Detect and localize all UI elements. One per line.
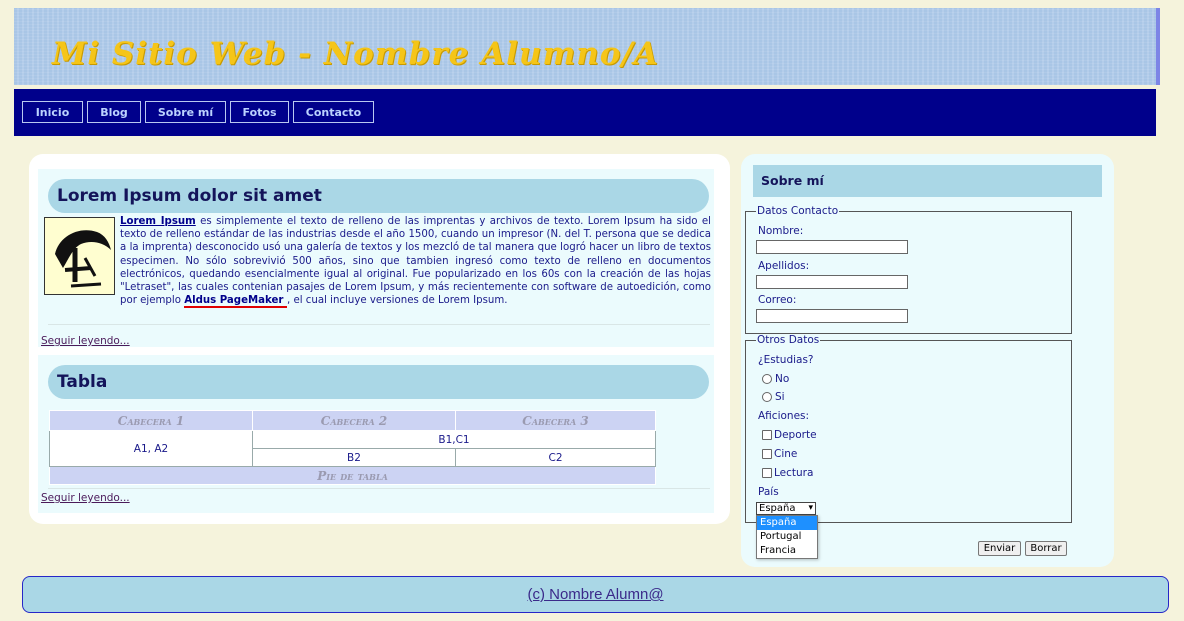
checkbox-deporte-label: Deporte	[774, 429, 817, 441]
lorem-ipsum-link[interactable]: Lorem Ipsum	[120, 216, 196, 227]
pagemaker-link[interactable]: Aldus PageMaker	[184, 295, 287, 309]
data-table-wrapper: Cabecera 1 Cabecera 2 Cabecera 3 A1, A2 …	[49, 410, 656, 485]
send-button[interactable]: Enviar	[978, 541, 1021, 556]
table-cell: B2	[252, 448, 456, 467]
checkbox-deporte[interactable]	[762, 430, 772, 440]
contact-legend: Datos Contacto	[757, 205, 839, 217]
table-header: Cabecera 3	[455, 410, 656, 431]
table-cell: C2	[455, 448, 656, 467]
email-field[interactable]	[756, 309, 908, 323]
table-header: Cabecera 2	[252, 410, 456, 431]
surname-field[interactable]	[756, 275, 908, 289]
country-option[interactable]: España	[757, 516, 817, 530]
table-header: Cabecera 1	[49, 410, 253, 431]
nav-contacto[interactable]: Contacto	[293, 101, 374, 123]
surname-label: Apellidos:	[758, 260, 810, 272]
checkbox-cine[interactable]	[762, 449, 772, 459]
table-cell: B1,C1	[252, 430, 656, 449]
footer-link[interactable]: (c) Nombre Alumn@	[23, 586, 1168, 603]
country-selected: España	[759, 503, 796, 514]
article-title: Tabla	[48, 365, 709, 399]
country-select[interactable]: España ▾	[756, 502, 816, 515]
name-field[interactable]	[756, 240, 908, 254]
data-table: Cabecera 1 Cabecera 2 Cabecera 3 A1, A2 …	[49, 410, 656, 485]
radio-si[interactable]	[762, 392, 772, 402]
nav-fotos[interactable]: Fotos	[230, 101, 289, 123]
checkbox-lectura-label: Lectura	[774, 467, 814, 479]
radio-si-label: Si	[775, 391, 785, 403]
read-more-link[interactable]: Seguir leyendo...	[41, 492, 130, 504]
table-footer: Pie de tabla	[49, 466, 656, 485]
article-body: Lorem Ipsum es simplemente el texto de r…	[48, 215, 712, 309]
name-label: Nombre:	[758, 225, 804, 237]
reset-button[interactable]: Borrar	[1025, 541, 1067, 556]
article-text-1: es simplemente el texto de relleno de la…	[120, 216, 712, 307]
radio-no[interactable]	[762, 374, 772, 384]
radio-no-label: No	[775, 373, 790, 385]
email-label: Correo:	[758, 294, 797, 306]
read-more-link[interactable]: Seguir leyendo...	[41, 335, 130, 347]
table-cell: A1, A2	[49, 430, 253, 467]
nav-blog[interactable]: Blog	[87, 101, 141, 123]
page-footer: (c) Nombre Alumn@	[22, 576, 1169, 613]
site-banner: Mi Sitio Web - Nombre Alumno/A	[14, 8, 1160, 85]
nav-sobre-mi[interactable]: Sobre mí	[145, 101, 226, 123]
other-legend: Otros Datos	[757, 334, 820, 346]
checkbox-lectura[interactable]	[762, 468, 772, 478]
sidebar-title: Sobre mí	[753, 165, 1102, 197]
country-dropdown: España Portugal Francia	[756, 515, 818, 559]
article-title: Lorem Ipsum dolor sit amet	[48, 179, 709, 213]
article-lorem: Lorem Ipsum dolor sit amet Lorem Ipsum e…	[38, 169, 714, 347]
article-text-2: , el cual incluye versiones de Lorem Ips…	[286, 295, 508, 307]
country-option[interactable]: Portugal	[757, 530, 817, 544]
chevron-down-icon: ▾	[808, 503, 813, 513]
site-title: Mi Sitio Web - Nombre Alumno/A	[52, 36, 659, 72]
divider	[48, 488, 710, 489]
divider	[48, 324, 710, 325]
study-question: ¿Estudias?	[758, 354, 814, 366]
main-nav: Inicio Blog Sobre mí Fotos Contacto	[14, 89, 1156, 136]
hobbies-label: Aficiones:	[758, 410, 810, 422]
nav-inicio[interactable]: Inicio	[22, 101, 83, 123]
country-label: País	[758, 486, 779, 498]
checkbox-cine-label: Cine	[774, 448, 798, 460]
country-option[interactable]: Francia	[757, 544, 817, 558]
